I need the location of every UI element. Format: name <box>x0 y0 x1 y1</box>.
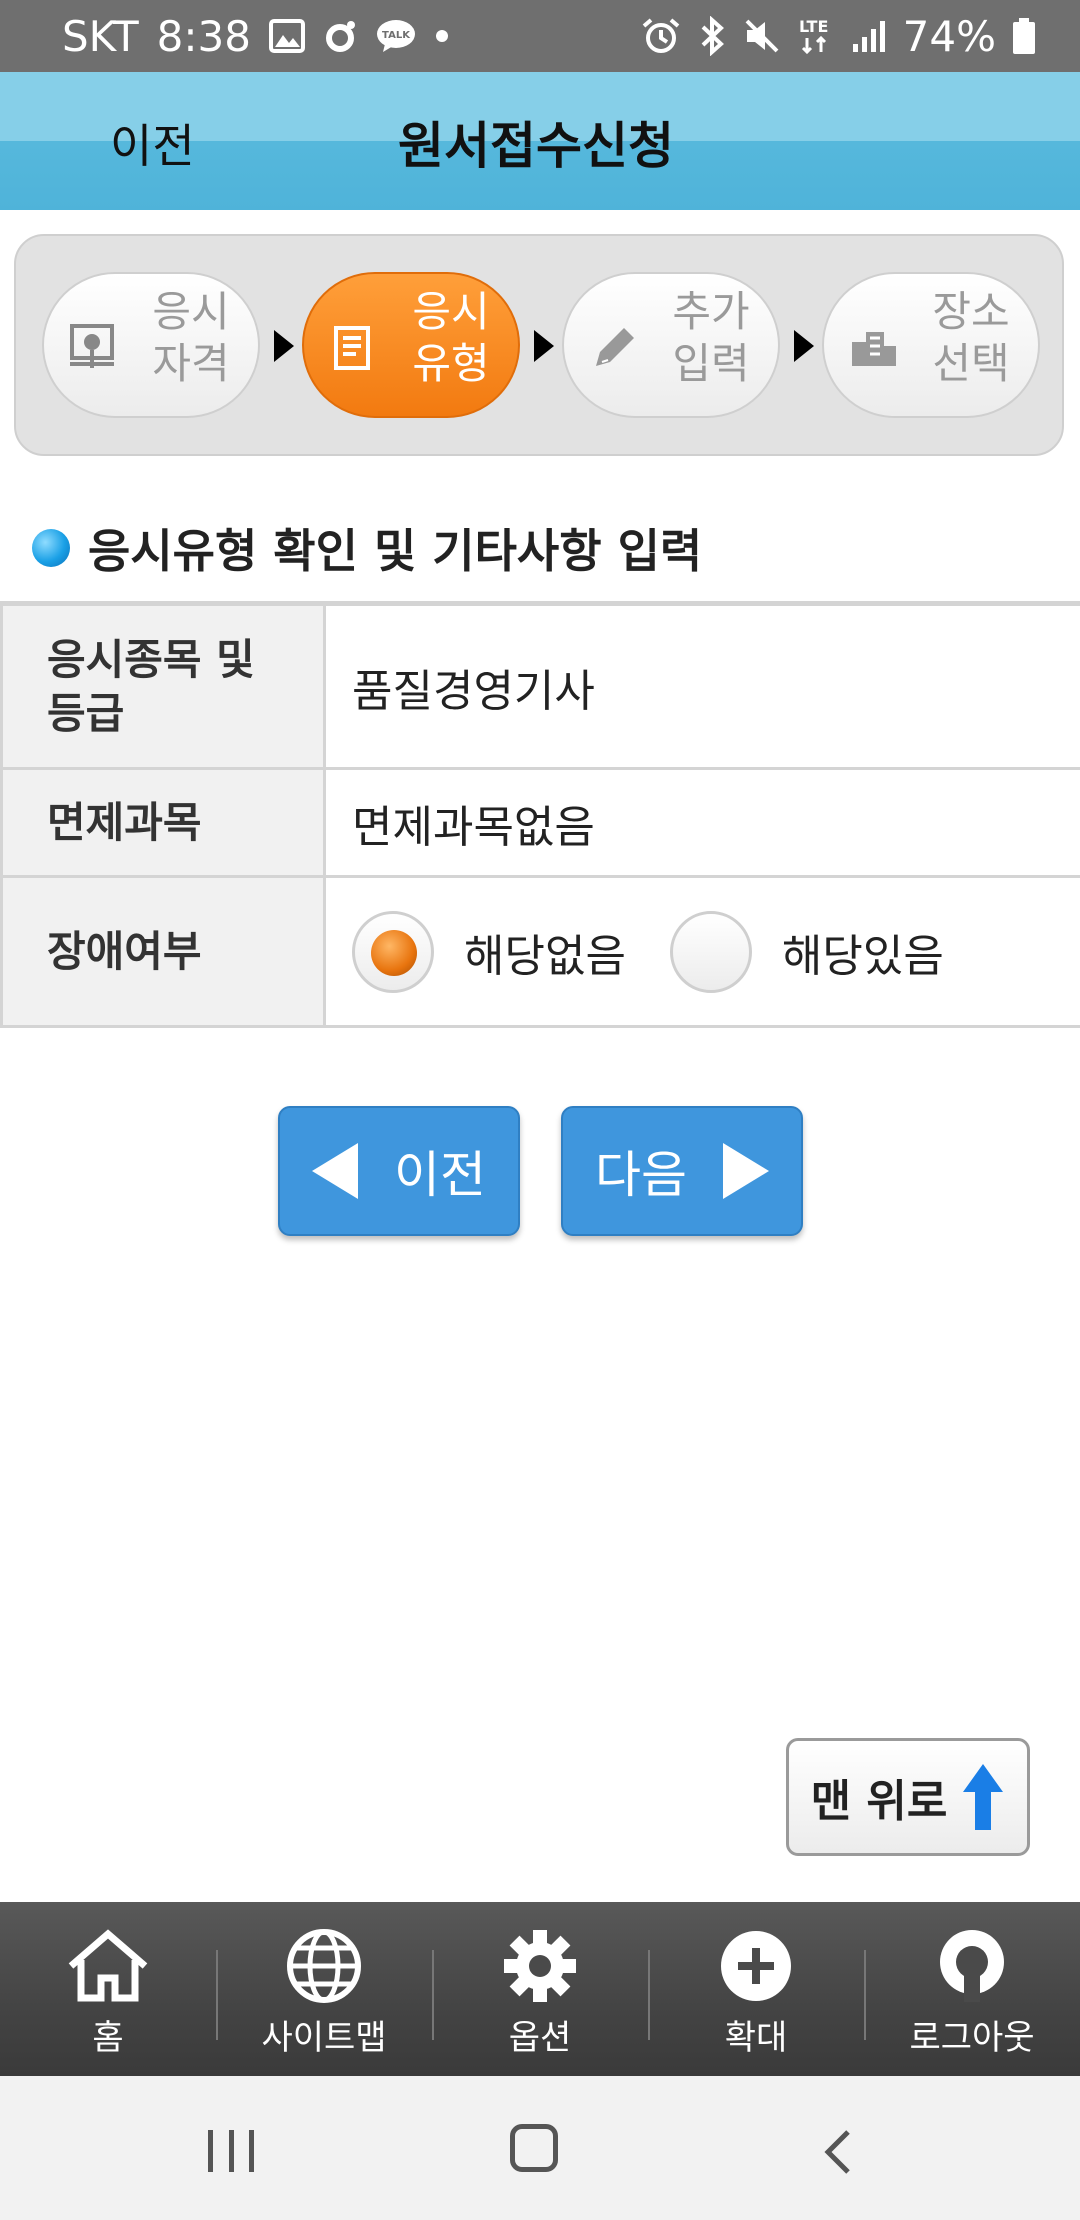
bottom-nav: 홈 사이트맵 옵션 확대 로그아웃 <box>0 1902 1080 2076</box>
battery-icon <box>1012 17 1036 55</box>
radio-no-disability[interactable] <box>352 910 434 993</box>
mute-icon <box>743 17 781 55</box>
table-row: 면제과목 면제과목없음 <box>0 770 1080 878</box>
row-label-exam-item: 응시종목 및 등급 <box>0 606 326 767</box>
disability-radio-group: 해당없음 해당있음 <box>326 878 1080 1025</box>
lte-icon: LTE <box>797 16 835 56</box>
step-location-select: 장소 선택 <box>822 272 1040 418</box>
arrow-left-icon <box>312 1143 358 1199</box>
table-row: 장애여부 해당없음 해당있음 <box>0 878 1080 1028</box>
radio-label-has-disability[interactable]: 해당있음 <box>782 920 944 984</box>
nav-label: 로그아웃 <box>909 2018 1035 2058</box>
nav-label: 확대 <box>724 2018 788 2058</box>
svg-text:LTE: LTE <box>799 17 828 36</box>
system-back-button[interactable] <box>822 2128 852 2176</box>
image-icon <box>268 19 305 53</box>
step-progress: 응시 자격 응시 유형 추가 입력 장소 선택 <box>14 234 1064 456</box>
certificate-icon <box>66 320 122 376</box>
prev-button-label: 이전 <box>394 1146 486 1204</box>
home-icon <box>68 1929 148 2002</box>
table-row: 응시종목 및 등급 품질경영기사 <box>0 606 1080 770</box>
nav-label: 사이트맵 <box>261 2018 387 2058</box>
radio-has-disability[interactable] <box>669 910 752 993</box>
dot-icon <box>435 29 449 43</box>
nav-logout[interactable]: 로그아웃 <box>864 1902 1080 2076</box>
exam-info-table: 응시종목 및 등급 품질경영기사 면제과목 면제과목없음 장애여부 해당없음 해… <box>0 601 1080 1028</box>
bluetooth-icon <box>697 16 727 56</box>
step-arrow-icon <box>274 330 294 362</box>
gear-icon <box>504 1930 576 2002</box>
recent-apps-button[interactable] <box>208 2130 254 2172</box>
header-back-button[interactable]: 이전 <box>110 110 195 176</box>
step-arrow-icon <box>534 330 554 362</box>
step-label-line1: 응시 <box>152 287 230 336</box>
nav-zoom[interactable]: 확대 <box>648 1902 864 2076</box>
next-button-label: 다음 <box>595 1146 687 1204</box>
arrow-up-icon <box>963 1764 1004 1830</box>
row-label-disability: 장애여부 <box>0 878 326 1025</box>
radio-label-no-disability[interactable]: 해당없음 <box>464 920 626 984</box>
step-arrow-icon <box>794 330 814 362</box>
page-title: 원서접수신청 <box>398 117 674 175</box>
step-label-line1: 장소 <box>932 287 1010 336</box>
globe-icon <box>287 1929 361 2003</box>
step-label-line1: 응시 <box>412 287 490 336</box>
status-bar: SKT 8:38 TALK LTE 74% <box>0 0 1080 72</box>
pencil-icon <box>586 320 642 376</box>
nav-home[interactable]: 홈 <box>0 1902 216 2076</box>
arrow-right-icon <box>723 1143 769 1199</box>
svg-text:TALK: TALK <box>382 30 411 41</box>
next-button[interactable]: 다음 <box>561 1106 803 1236</box>
section-heading: 응시유형 확인 및 기타사항 입력 <box>32 515 702 581</box>
section-title: 응시유형 확인 및 기타사항 입력 <box>88 524 703 578</box>
step-label-line2: 입력 <box>672 339 750 388</box>
nav-label: 홈 <box>92 2018 124 2058</box>
prev-button[interactable]: 이전 <box>278 1106 520 1236</box>
system-home-button[interactable] <box>510 2124 558 2172</box>
nav-options[interactable]: 옵션 <box>432 1902 648 2076</box>
logout-icon <box>940 1930 1004 2002</box>
clock: 8:38 <box>156 11 251 61</box>
step-additional-input: 추가 입력 <box>562 272 780 418</box>
app-header: 이전 원서접수신청 <box>0 72 1080 210</box>
circle-app-icon <box>323 19 357 53</box>
system-nav-bar <box>0 2076 1080 2220</box>
row-label-exempt-subject: 면제과목 <box>0 770 326 875</box>
talk-icon: TALK <box>375 18 417 54</box>
alarm-icon <box>641 17 681 55</box>
document-icon <box>326 320 382 376</box>
step-exam-type: 응시 유형 <box>302 272 520 418</box>
bullet-icon <box>32 529 70 567</box>
carrier-label: SKT <box>62 11 139 61</box>
step-label-line2: 선택 <box>932 339 1010 388</box>
row-value-exempt-subject: 면제과목없음 <box>352 801 595 853</box>
step-label-line1: 추가 <box>672 287 750 336</box>
nav-label: 옵션 <box>508 2018 572 2058</box>
step-eligibility: 응시 자격 <box>42 272 260 418</box>
step-label-line2: 유형 <box>412 339 490 388</box>
step-label-line2: 자격 <box>152 339 230 388</box>
back-to-top-button[interactable]: 맨 위로 <box>786 1738 1030 1856</box>
building-icon <box>846 320 902 376</box>
plus-circle-icon <box>721 1931 791 2001</box>
row-value-exam-item: 품질경영기사 <box>352 665 595 717</box>
nav-sitemap[interactable]: 사이트맵 <box>216 1902 432 2076</box>
battery-percent: 74% <box>902 11 996 61</box>
signal-icon <box>851 18 887 54</box>
back-to-top-label: 맨 위로 <box>810 1776 948 1827</box>
